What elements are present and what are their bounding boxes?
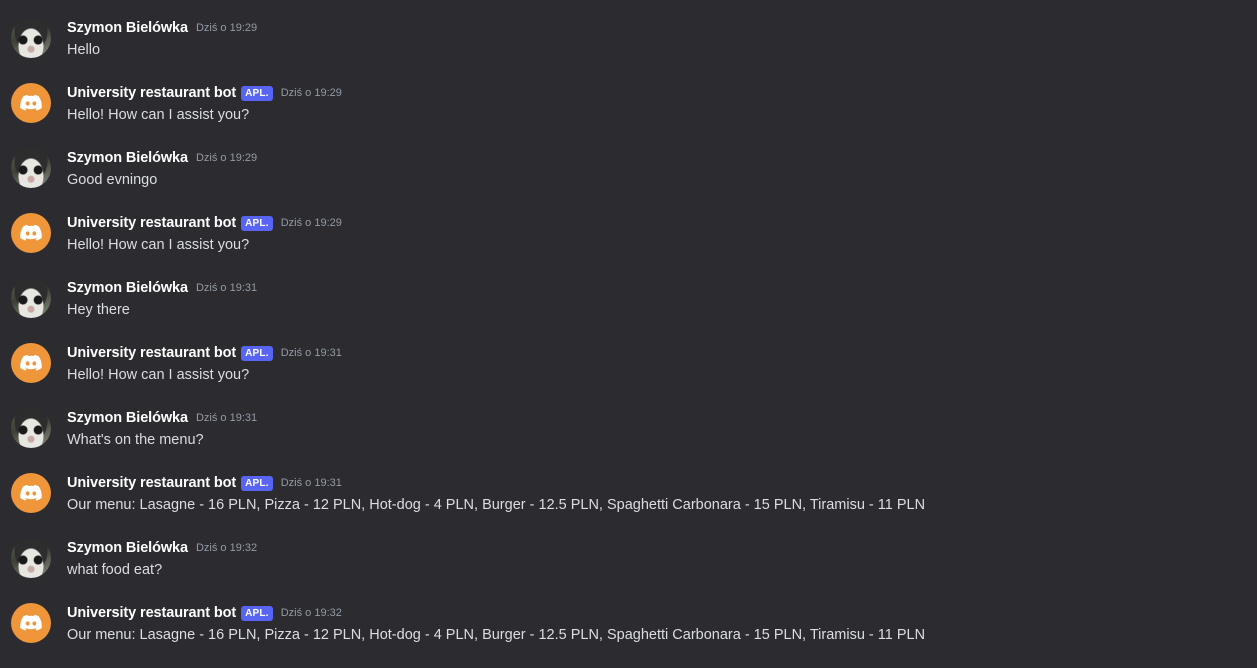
message-content: Hello! How can I assist you? — [67, 237, 250, 253]
bot-avatar[interactable] — [11, 213, 51, 253]
message-header: University restaurant bot APL. Dziś o 19… — [67, 213, 342, 233]
message-header: Szymon Bielówka Dziś o 19:31 — [67, 278, 257, 298]
message-timestamp[interactable]: Dziś o 19:32 — [196, 542, 257, 554]
message: Szymon Bielówka Dziś o 19:31 What's on t… — [0, 408, 1257, 473]
discord-logo-icon — [20, 354, 42, 371]
author-name[interactable]: Szymon Bielówka — [67, 540, 188, 556]
message-timestamp[interactable]: Dziś o 19:31 — [281, 347, 342, 359]
message: University restaurant bot APL. Dziś o 19… — [0, 83, 1257, 148]
message: University restaurant bot APL. Dziś o 19… — [0, 213, 1257, 278]
message-timestamp[interactable]: Dziś o 19:29 — [281, 217, 342, 229]
author-name[interactable]: University restaurant bot — [67, 605, 236, 621]
message-content: Hello! How can I assist you? — [67, 367, 250, 383]
message-timestamp[interactable]: Dziś o 19:31 — [281, 477, 342, 489]
app-badge: APL. — [241, 605, 273, 621]
user-avatar[interactable] — [11, 538, 51, 578]
author-name[interactable]: University restaurant bot — [67, 475, 236, 491]
user-avatar[interactable] — [11, 18, 51, 58]
user-avatar[interactable] — [11, 278, 51, 318]
message-content: what food eat? — [67, 562, 163, 578]
message: Szymon Bielówka Dziś o 19:31 Hey there — [0, 278, 1257, 343]
user-avatar[interactable] — [11, 148, 51, 188]
message-timestamp[interactable]: Dziś o 19:29 — [196, 152, 257, 164]
message-content: What's on the menu? — [67, 432, 204, 448]
message-timestamp[interactable]: Dziś o 19:29 — [281, 87, 342, 99]
message-timestamp[interactable]: Dziś o 19:29 — [196, 22, 257, 34]
bot-avatar[interactable] — [11, 343, 51, 383]
message-header: University restaurant bot APL. Dziś o 19… — [67, 343, 342, 363]
author-name[interactable]: University restaurant bot — [67, 215, 236, 231]
message: Szymon Bielówka Dziś o 19:29 Hello — [0, 18, 1257, 83]
message: Szymon Bielówka Dziś o 19:29 Good evning… — [0, 148, 1257, 213]
app-badge: APL. — [241, 85, 273, 101]
author-name[interactable]: Szymon Bielówka — [67, 410, 188, 426]
message-header: Szymon Bielówka Dziś o 19:32 — [67, 538, 257, 558]
message: University restaurant bot APL. Dziś o 19… — [0, 603, 1257, 668]
author-name[interactable]: University restaurant bot — [67, 85, 236, 101]
message-header: University restaurant bot APL. Dziś o 19… — [67, 603, 342, 623]
author-name[interactable]: Szymon Bielówka — [67, 20, 188, 36]
message-timestamp[interactable]: Dziś o 19:32 — [281, 607, 342, 619]
app-badge: APL. — [241, 215, 273, 231]
message-content: Good evningo — [67, 172, 158, 188]
message-header: Szymon Bielówka Dziś o 19:31 — [67, 408, 257, 428]
bot-avatar[interactable] — [11, 473, 51, 513]
discord-logo-icon — [20, 614, 42, 631]
message-content: Hey there — [67, 302, 130, 318]
message-header: Szymon Bielówka Dziś o 19:29 — [67, 148, 257, 168]
message-header: Szymon Bielówka Dziś o 19:29 — [67, 18, 257, 38]
user-avatar[interactable] — [11, 408, 51, 448]
discord-logo-icon — [20, 94, 42, 111]
app-badge: APL. — [241, 345, 273, 361]
message-content: Hello — [67, 42, 101, 58]
message: Szymon Bielówka Dziś o 19:32 what food e… — [0, 538, 1257, 603]
author-name[interactable]: University restaurant bot — [67, 345, 236, 361]
message-content: Our menu: Lasagne - 16 PLN, Pizza - 12 P… — [67, 627, 926, 643]
bot-avatar[interactable] — [11, 83, 51, 123]
author-name[interactable]: Szymon Bielówka — [67, 280, 188, 296]
message-header: University restaurant bot APL. Dziś o 19… — [67, 473, 342, 493]
app-badge: APL. — [241, 475, 273, 491]
message-timestamp[interactable]: Dziś o 19:31 — [196, 412, 257, 424]
message: University restaurant bot APL. Dziś o 19… — [0, 473, 1257, 538]
message-content: Hello! How can I assist you? — [67, 107, 250, 123]
discord-logo-icon — [20, 224, 42, 241]
message-list: Szymon Bielówka Dziś o 19:29 Hello Unive… — [0, 0, 1257, 664]
message: University restaurant bot APL. Dziś o 19… — [0, 343, 1257, 408]
message-header: University restaurant bot APL. Dziś o 19… — [67, 83, 342, 103]
author-name[interactable]: Szymon Bielówka — [67, 150, 188, 166]
message-timestamp[interactable]: Dziś o 19:31 — [196, 282, 257, 294]
message-content: Our menu: Lasagne - 16 PLN, Pizza - 12 P… — [67, 497, 926, 513]
discord-logo-icon — [20, 484, 42, 501]
bot-avatar[interactable] — [11, 603, 51, 643]
